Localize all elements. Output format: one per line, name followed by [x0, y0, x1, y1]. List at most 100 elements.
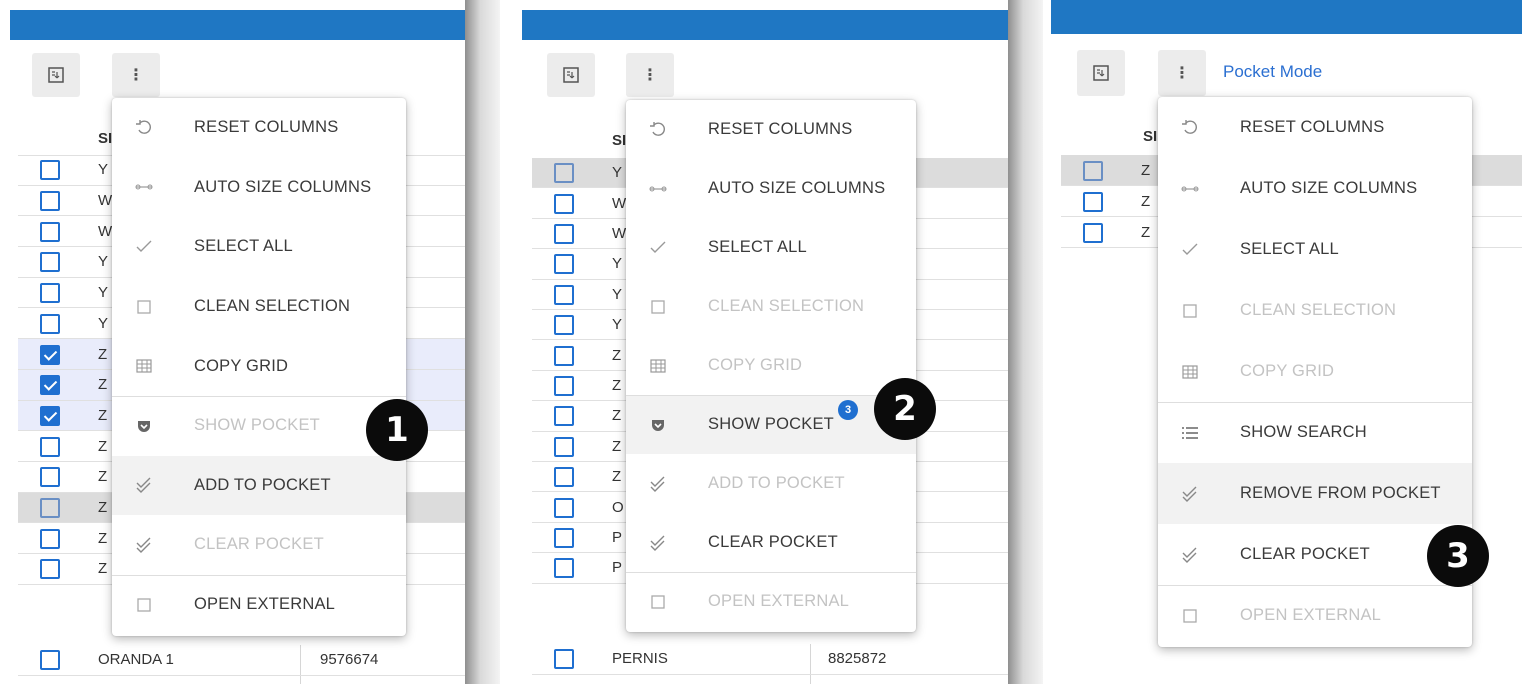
pocket-mode-label[interactable]: Pocket Mode [1223, 62, 1322, 82]
menu-item-copy-grid[interactable]: COPY GRID [112, 336, 406, 396]
menu-item-clean-selection[interactable]: CLEAN SELECTION [626, 277, 916, 336]
row-checkbox[interactable] [554, 163, 574, 184]
row-name: Y [612, 316, 623, 334]
menu-item-remove-from-pocket[interactable]: REMOVE FROM POCKET [1158, 463, 1472, 524]
row-name: Y [98, 314, 109, 332]
resize-icon [1178, 177, 1202, 201]
row-checkbox[interactable] [554, 284, 574, 305]
row-checkbox[interactable] [554, 497, 574, 518]
row-checkbox[interactable] [554, 315, 574, 336]
menu-item-copy-grid[interactable]: COPY GRID [1158, 341, 1472, 402]
menu-item-clean-selection[interactable]: CLEAN SELECTION [1158, 280, 1472, 341]
menu-item-label: RESET COLUMNS [1240, 118, 1385, 136]
menu-item-reset-columns[interactable]: RESET COLUMNS [1158, 97, 1472, 158]
export-grid-button[interactable] [1077, 50, 1125, 96]
menu-item-clear-pocket[interactable]: CLEAR POCKET [626, 513, 916, 572]
row-checkbox[interactable] [40, 160, 60, 181]
row-checkbox[interactable] [40, 283, 60, 304]
row-name: W [98, 192, 113, 210]
row-checkbox[interactable] [40, 405, 60, 426]
row-checkbox[interactable] [40, 650, 60, 670]
menu-item-reset-columns[interactable]: RESET COLUMNS [626, 100, 916, 159]
row-name: Z [98, 499, 108, 517]
more-options-button[interactable]: ⋮ [626, 53, 674, 97]
table-row[interactable]: ORANDA 1 9576674 [18, 645, 465, 675]
menu-item-open-external[interactable]: OPEN EXTERNAL [1158, 585, 1472, 646]
export-grid-button[interactable] [32, 53, 80, 97]
menu-item-open-external[interactable]: OPEN EXTERNAL [112, 575, 406, 635]
menu-item-auto-size-columns[interactable]: AUTO SIZE COLUMNS [1158, 158, 1472, 219]
row-checkbox[interactable] [554, 558, 574, 579]
menu-item-label: CLEAN SELECTION [194, 297, 351, 316]
column-header[interactable]: SI [612, 132, 626, 149]
row-checkbox[interactable] [554, 467, 574, 488]
row-checkbox[interactable] [554, 649, 574, 669]
menu-item-select-all[interactable]: SELECT ALL [626, 218, 916, 277]
menu-item-open-external[interactable]: OPEN EXTERNAL [626, 572, 916, 631]
menu-item-clear-pocket[interactable]: CLEAR POCKET [112, 515, 406, 575]
checkbox-empty-icon [132, 593, 156, 617]
row-checkbox[interactable] [40, 344, 60, 365]
row-checkbox[interactable] [554, 193, 574, 214]
menu-item-label: CLEAR POCKET [708, 533, 838, 551]
column-header[interactable]: SI [1143, 128, 1157, 145]
row-value: 8825872 [828, 650, 887, 667]
export-grid-button[interactable] [547, 53, 595, 97]
row-checkbox[interactable] [554, 375, 574, 396]
row-checkbox[interactable] [40, 498, 60, 519]
row-checkbox[interactable] [554, 527, 574, 548]
checkbox-empty-icon [132, 295, 156, 319]
row-name: Y [612, 255, 623, 273]
undo-icon [132, 116, 156, 140]
row-checkbox[interactable] [554, 345, 574, 366]
more-options-button[interactable]: ⋮ [112, 53, 160, 97]
row-name: O [612, 498, 624, 516]
row-checkbox[interactable] [40, 313, 60, 334]
menu-item-label: SELECT ALL [1240, 240, 1339, 258]
row-checkbox[interactable] [1083, 222, 1103, 243]
row-checkbox[interactable] [40, 375, 60, 396]
menu-item-auto-size-columns[interactable]: AUTO SIZE COLUMNS [626, 159, 916, 218]
menu-item-select-all[interactable]: SELECT ALL [1158, 219, 1472, 280]
row-checkbox[interactable] [40, 528, 60, 549]
row-checkbox[interactable] [40, 436, 60, 457]
row-checkbox[interactable] [40, 559, 60, 580]
row-checkbox[interactable] [1083, 160, 1103, 181]
row-name: Z [612, 407, 622, 425]
column-header[interactable]: SI [98, 130, 112, 147]
row-checkbox[interactable] [40, 252, 60, 273]
menu-item-copy-grid[interactable]: COPY GRID [626, 336, 916, 395]
row-name: Z [612, 376, 622, 394]
row-checkbox[interactable] [554, 223, 574, 244]
row-checkbox[interactable] [554, 254, 574, 275]
grid-icon [132, 354, 156, 378]
menu-item-show-pocket[interactable]: SHOW POCKET [112, 396, 406, 456]
row-name: Z [612, 437, 622, 455]
menu-item-label: CLEAR POCKET [1240, 545, 1370, 563]
menu-item-clear-pocket[interactable]: CLEAR POCKET [1158, 524, 1472, 585]
menu-item-show-search[interactable]: SHOW SEARCH [1158, 402, 1472, 463]
menu-item-clean-selection[interactable]: CLEAN SELECTION [112, 277, 406, 337]
pocket-icon [132, 414, 156, 438]
step-callout-2: 2 [874, 378, 936, 440]
row-checkbox[interactable] [554, 436, 574, 457]
row-checkbox[interactable] [40, 221, 60, 242]
step-callout-3: 3 [1427, 525, 1489, 587]
menu-item-auto-size-columns[interactable]: AUTO SIZE COLUMNS [112, 158, 406, 218]
row-checkbox[interactable] [554, 406, 574, 427]
pocket-count-badge: 3 [838, 400, 858, 420]
more-options-button[interactable]: ⋮ [1158, 50, 1206, 96]
app-header-bar [522, 10, 1008, 40]
menu-item-label: ADD TO POCKET [708, 474, 845, 492]
menu-item-reset-columns[interactable]: RESET COLUMNS [112, 98, 406, 158]
table-row[interactable]: PERNIS 8825872 [532, 644, 1008, 674]
row-checkbox[interactable] [40, 191, 60, 212]
menu-item-add-to-pocket[interactable]: ADD TO POCKET [112, 455, 406, 516]
undo-icon [1178, 116, 1202, 140]
row-checkbox[interactable] [40, 467, 60, 488]
menu-item-show-pocket[interactable]: SHOW POCKET [626, 395, 916, 454]
menu-item-add-to-pocket[interactable]: ADD TO POCKET [626, 454, 916, 513]
row-checkbox[interactable] [1083, 191, 1103, 212]
menu-item-label: SHOW SEARCH [1240, 423, 1367, 441]
menu-item-select-all[interactable]: SELECT ALL [112, 217, 406, 277]
